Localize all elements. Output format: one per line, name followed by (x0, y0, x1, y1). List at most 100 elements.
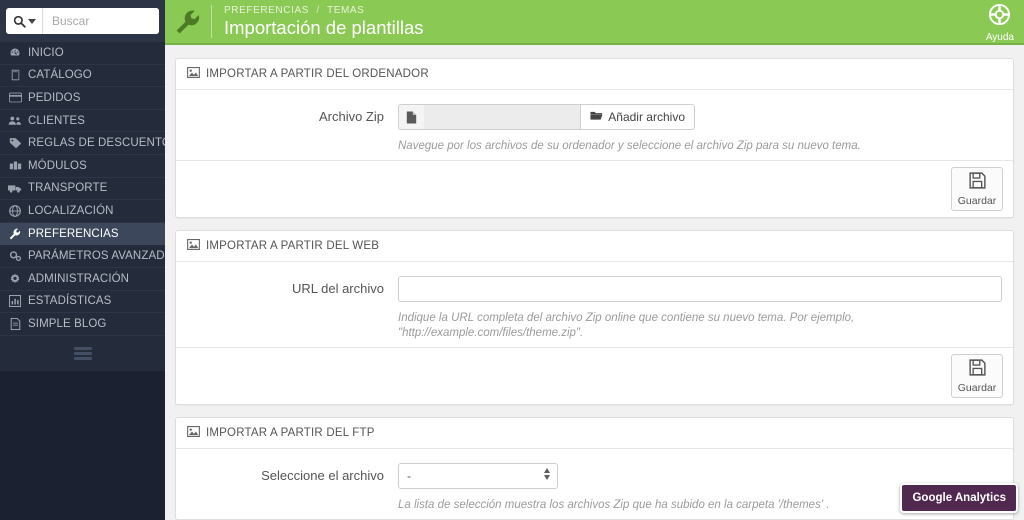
panel-heading: IMPORTAR A PARTIR DEL ORDENADOR (176, 59, 1013, 90)
sidebar-item-clientes[interactable]: CLIENTES (0, 109, 165, 133)
sidebar-item-localizacion[interactable]: LOCALIZACIÓN (0, 200, 165, 223)
floppy-disk-icon (968, 171, 986, 194)
cogs-icon (8, 250, 22, 262)
panel-import-from-ftp: IMPORTAR A PARTIR DEL FTP Seleccione el … (175, 417, 1014, 520)
panel-body: Seleccione el archivo - La lista de sele… (176, 449, 1013, 519)
users-icon (8, 115, 22, 126)
help-button[interactable]: Ayuda (986, 0, 1014, 45)
sidebar-item-label: REGLAS DE DESCUENTOS (28, 137, 165, 150)
help-label: Ayuda (985, 31, 1014, 43)
sidebar-item-label: SIMPLE BLOG (28, 317, 107, 330)
sidebar-search-area (0, 0, 165, 42)
sidebar-item-label: TRANSPORTE (28, 182, 108, 195)
sidebar-item-transporte[interactable]: TRANSPORTE (0, 177, 165, 201)
search-icon (13, 15, 26, 28)
sidebar-item-reglas-de-descuentos[interactable]: REGLAS DE DESCUENTOS (0, 132, 165, 155)
breadcrumb-item-preferencias[interactable]: PREFERENCIAS (224, 5, 309, 16)
field-label-url: URL del archivo (291, 281, 384, 296)
chevron-down-icon (28, 18, 36, 24)
sidebar-item-estadisticas[interactable]: ESTADÍSTICAS (0, 290, 165, 314)
picture-icon (187, 67, 200, 81)
credit-card-icon (8, 92, 22, 103)
main-area: PREFERENCIAS / TEMAS Importación de plan… (165, 0, 1024, 520)
page-header: PREFERENCIAS / TEMAS Importación de plan… (165, 0, 1024, 45)
ftp-file-select-value: - (398, 463, 558, 489)
sidebar-item-label: CATÁLOGO (28, 69, 92, 82)
save-label: Guardar (957, 194, 997, 207)
file-name-display (424, 104, 581, 130)
sidebar-item-preferencias[interactable]: PREFERENCIAS (0, 222, 165, 246)
panel-footer: Guardar (176, 347, 1013, 404)
file-icon (398, 104, 424, 130)
picture-icon (187, 426, 200, 440)
panel-footer: Guardar (176, 160, 1013, 217)
search-scope-button[interactable] (6, 8, 43, 34)
google-analytics-badge[interactable]: Google Analytics (900, 483, 1018, 513)
breadcrumb: PREFERENCIAS / TEMAS (224, 5, 424, 16)
header-titles: PREFERENCIAS / TEMAS Importación de plan… (224, 5, 424, 39)
folder-open-icon (590, 110, 603, 124)
floppy-disk-icon (968, 358, 986, 381)
sidebar-item-label: PEDIDOS (28, 91, 81, 104)
save-label: Guardar (957, 381, 997, 394)
ftp-file-select[interactable]: - (398, 463, 558, 489)
sidebar-item-inicio[interactable]: INICIO (0, 42, 165, 65)
page-title: Importación de plantillas (224, 16, 424, 38)
sidebar-item-label: ADMINISTRACIÓN (28, 272, 130, 285)
form-row-ftp-select: Seleccione el archivo - La lista de sele… (188, 463, 1001, 513)
file-icon (8, 317, 22, 330)
sidebar-item-label: PARÁMETROS AVANZADOS (28, 250, 165, 263)
panel-body: URL del archivo Indique la URL completa … (176, 262, 1013, 347)
panel-heading: IMPORTAR A PARTIR DEL FTP (176, 418, 1013, 449)
form-row-zip-file: Archivo Zip Añadir archivo Navegue por l… (188, 104, 1001, 154)
wrench-icon (8, 228, 22, 240)
truck-icon (8, 183, 22, 194)
add-file-label: Añadir archivo (608, 110, 685, 124)
puzzle-icon (8, 160, 22, 172)
url-input[interactable] (398, 276, 1002, 302)
breadcrumb-separator: / (316, 4, 320, 16)
sidebar-item-label: INICIO (28, 46, 64, 59)
sidebar-item-label: PREFERENCIAS (28, 227, 119, 240)
panel-title: IMPORTAR A PARTIR DEL FTP (206, 427, 375, 439)
bar-chart-icon (8, 295, 22, 308)
admin-page: INICIO CATÁLOGO PEDIDOS CLIENTES (0, 0, 1024, 520)
add-file-button[interactable]: Añadir archivo (580, 104, 695, 130)
breadcrumb-item-temas[interactable]: TEMAS (327, 5, 364, 16)
sidebar-item-label: ESTADÍSTICAS (28, 295, 112, 308)
globe-icon (8, 205, 22, 217)
sidebar-item-simple-blog[interactable]: SIMPLE BLOG (0, 313, 165, 336)
header-divider (211, 5, 212, 38)
field-label-ftp: Seleccione el archivo (261, 468, 384, 483)
sidebar-item-modulos[interactable]: MÓDULOS (0, 154, 165, 178)
hint-url: Indique la URL completa del archivo Zip … (398, 312, 855, 339)
search-input[interactable] (43, 8, 159, 34)
sidebar-item-catalogo[interactable]: CATÁLOGO (0, 64, 165, 88)
sidebar-item-parametros-avanzados[interactable]: PARÁMETROS AVANZADOS (0, 245, 165, 268)
panel-heading: IMPORTAR A PARTIR DEL WEB (176, 231, 1013, 262)
file-input-group[interactable]: Añadir archivo (398, 104, 695, 130)
sidebar-item-pedidos[interactable]: PEDIDOS (0, 87, 165, 110)
sidebar-item-label: LOCALIZACIÓN (28, 204, 114, 217)
sidebar: INICIO CATÁLOGO PEDIDOS CLIENTES (0, 0, 165, 520)
panel-title: IMPORTAR A PARTIR DEL ORDENADOR (206, 68, 429, 80)
save-button-web[interactable]: Guardar (951, 354, 1003, 398)
panel-body: Archivo Zip Añadir archivo Navegue por l… (176, 90, 1013, 160)
gear-icon (8, 273, 22, 285)
field-label-zip: Archivo Zip (318, 109, 384, 124)
select-stepper-icon (544, 468, 550, 480)
tag-icon (8, 137, 22, 149)
sidebar-item-administracion[interactable]: ADMINISTRACIÓN (0, 267, 165, 291)
panel-import-from-computer: IMPORTAR A PARTIR DEL ORDENADOR Archivo … (175, 58, 1014, 218)
picture-icon (187, 239, 200, 253)
save-button-computer[interactable]: Guardar (951, 167, 1003, 211)
panel-title: IMPORTAR A PARTIR DEL WEB (206, 240, 380, 252)
page-content: IMPORTAR A PARTIR DEL ORDENADOR Archivo … (165, 47, 1024, 520)
preferences-wrench-icon (165, 9, 211, 35)
field-control-zip: Añadir archivo Navegue por los archivos … (398, 104, 1001, 154)
sidebar-item-label: CLIENTES (28, 114, 86, 127)
sidebar-collapse-toggle[interactable] (0, 337, 165, 371)
sidebar-nav: INICIO CATÁLOGO PEDIDOS CLIENTES REGLAS … (0, 42, 165, 336)
search-box[interactable] (6, 8, 159, 34)
hint-zip: Navegue por los archivos de su ordenador… (398, 140, 861, 152)
